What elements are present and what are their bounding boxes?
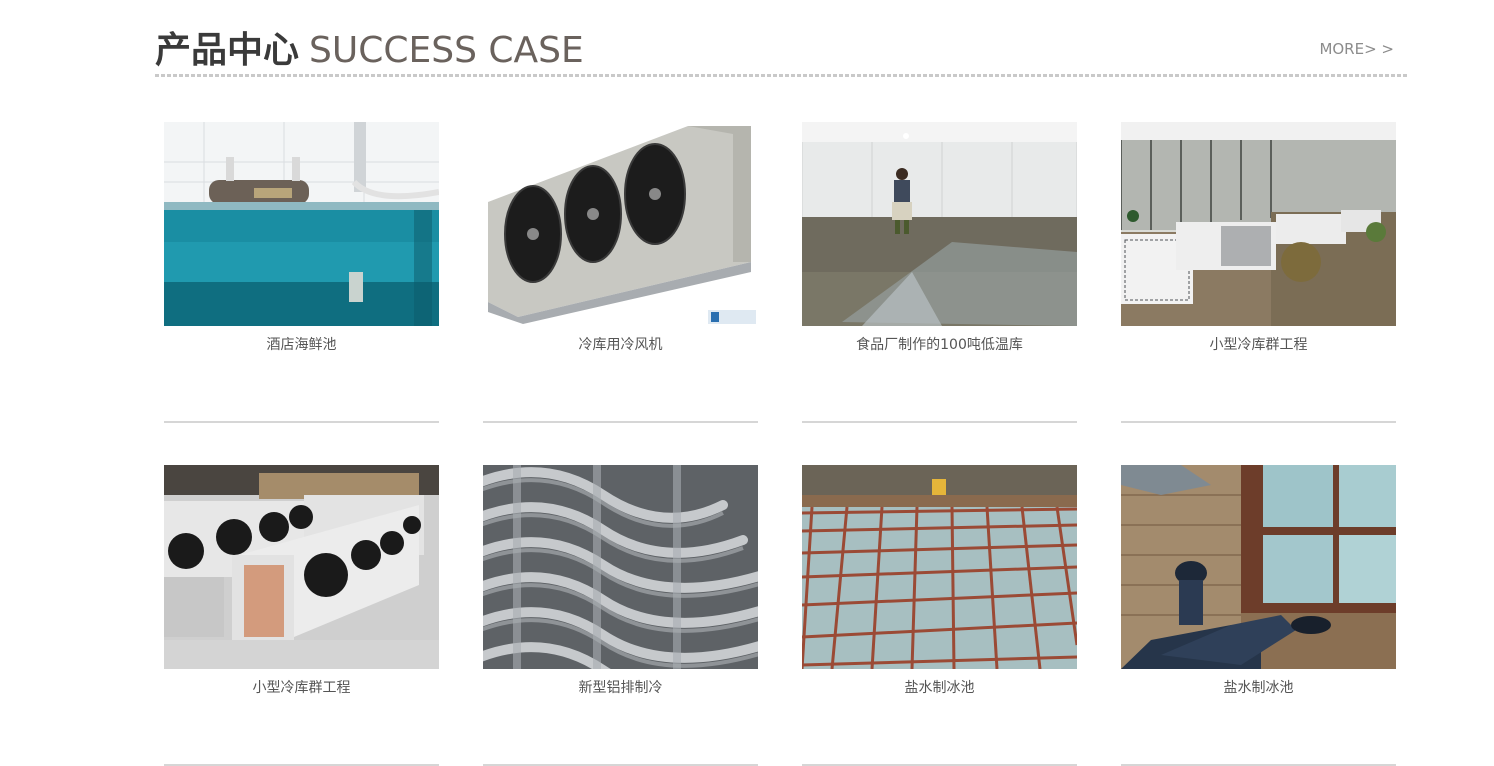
product-caption[interactable]: 盐水制冰池 <box>802 677 1077 699</box>
product-caption[interactable]: 酒店海鲜池 <box>164 334 439 356</box>
air-cooler-unit-image[interactable] <box>483 122 758 326</box>
outdoor-condensing-units-image[interactable] <box>1121 122 1396 326</box>
card-divider <box>164 421 439 423</box>
more-link[interactable]: MORE> > <box>1319 40 1394 58</box>
product-card[interactable]: 小型冷库群工程 <box>1121 122 1396 423</box>
product-card[interactable]: 盐水制冰池 <box>1121 465 1396 766</box>
product-card[interactable]: 新型铝排制冷 <box>483 465 758 766</box>
section-title: 产品中心 SUCCESS CASE <box>155 28 584 74</box>
product-card[interactable]: 酒店海鲜池 <box>164 122 439 423</box>
brine-ice-pool-closeup-image[interactable] <box>1121 465 1396 669</box>
card-divider <box>1121 421 1396 423</box>
product-caption[interactable]: 食品厂制作的100吨低温库 <box>802 334 1077 356</box>
product-card[interactable]: 食品厂制作的100吨低温库 <box>802 122 1077 423</box>
brine-ice-pool-grid-image[interactable] <box>802 465 1077 669</box>
product-grid: 酒店海鲜池 冷库用冷风机 食品厂制作的100吨低温库 小型冷库群工程 小型冷库群… <box>164 122 1396 766</box>
dashed-divider <box>155 74 1408 77</box>
section-title-cn: 产品中心 <box>155 30 300 71</box>
product-card[interactable]: 盐水制冰池 <box>802 465 1077 766</box>
product-caption[interactable]: 盐水制冰池 <box>1121 677 1396 699</box>
aluminum-coil-pipes-image[interactable] <box>483 465 758 669</box>
product-card[interactable]: 小型冷库群工程 <box>164 465 439 766</box>
evaporator-fans-image[interactable] <box>164 465 439 669</box>
product-caption[interactable]: 小型冷库群工程 <box>164 677 439 699</box>
seafood-tank-image[interactable] <box>164 122 439 326</box>
section-title-en: SUCCESS CASE <box>309 30 584 71</box>
cold-room-construction-image[interactable] <box>802 122 1077 326</box>
product-caption[interactable]: 小型冷库群工程 <box>1121 334 1396 356</box>
product-caption[interactable]: 新型铝排制冷 <box>483 677 758 699</box>
card-divider <box>802 421 1077 423</box>
product-card[interactable]: 冷库用冷风机 <box>483 122 758 423</box>
product-caption[interactable]: 冷库用冷风机 <box>483 334 758 356</box>
section-header: 产品中心 SUCCESS CASE MORE> > <box>155 0 1408 78</box>
card-divider <box>483 421 758 423</box>
